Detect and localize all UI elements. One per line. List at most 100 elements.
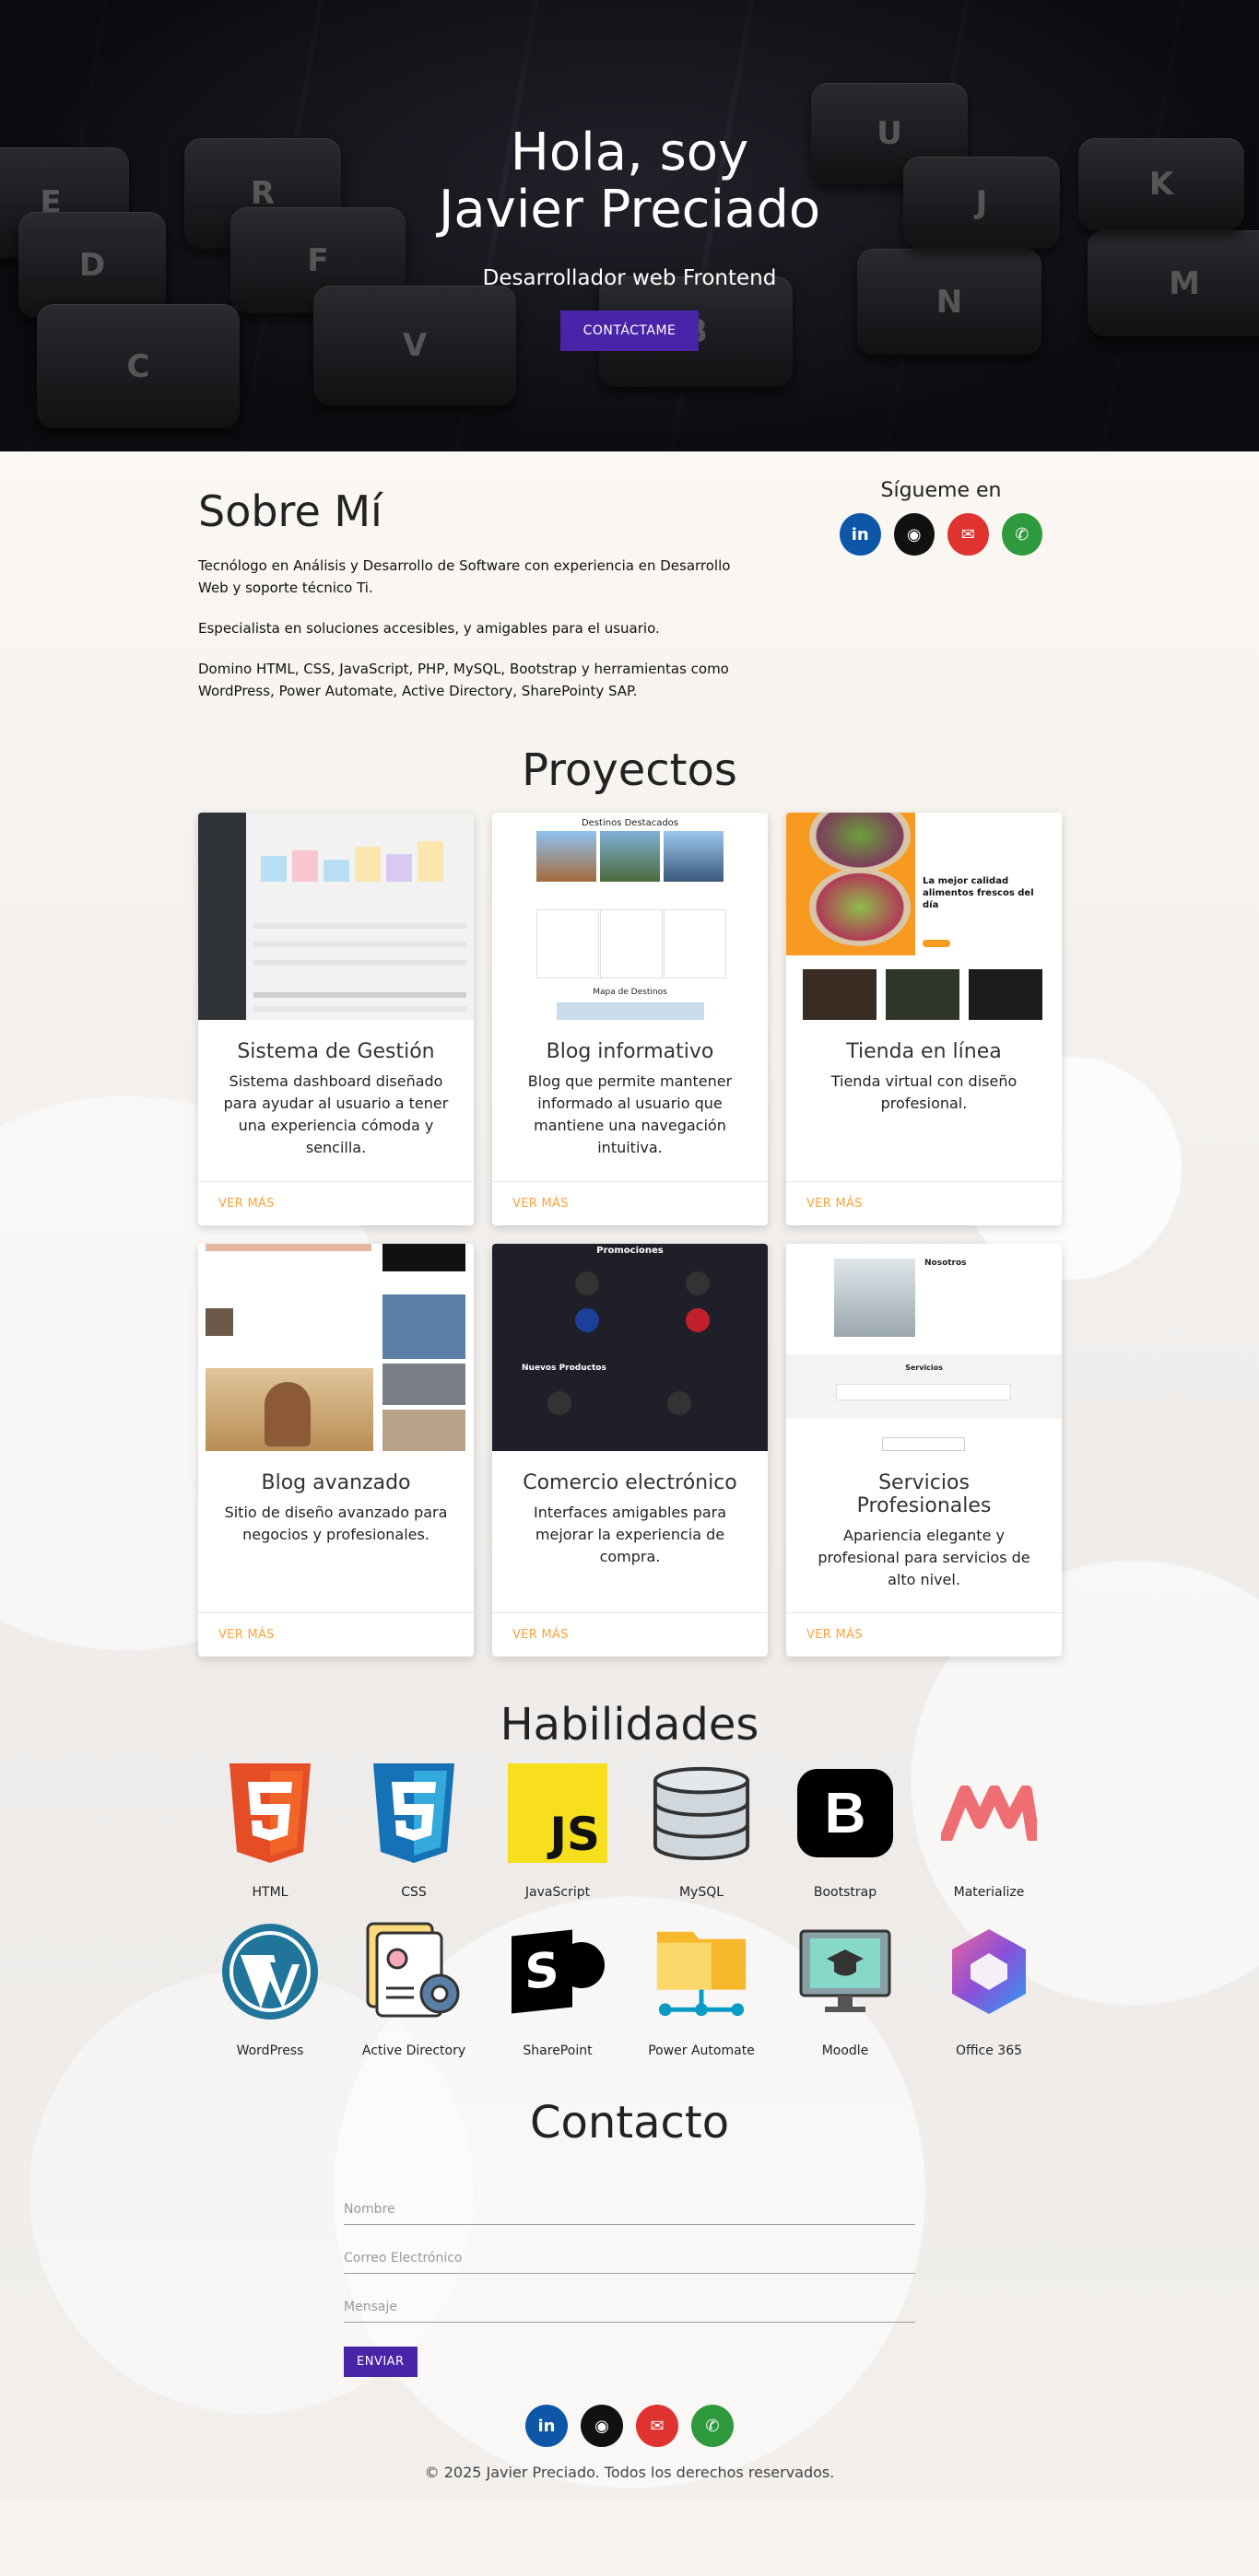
- project-card: Sistema de Gestión Sistema dashboard dis…: [198, 813, 474, 1225]
- office365-icon: [939, 1922, 1039, 2021]
- project-thumbnail: [198, 813, 474, 1020]
- email-field[interactable]: [344, 2242, 915, 2274]
- project-description: Apariencia elegante y profesional para s…: [818, 1527, 1030, 1588]
- sharepoint-badge-text: S: [524, 1942, 559, 2001]
- power-automate-icon: [652, 1922, 751, 2021]
- project-description: Sitio de diseño avanzado para negocios y…: [224, 1504, 448, 1543]
- bootstrap-icon: B: [795, 1763, 895, 1863]
- database-icon: [652, 1763, 751, 1863]
- skill-label: HTML: [252, 1885, 288, 1900]
- see-more-link[interactable]: VER MÁS: [512, 1628, 569, 1642]
- project-description: Blog que permite mantener informado al u…: [527, 1072, 733, 1156]
- materialize-icon: [939, 1763, 1039, 1863]
- project-thumbnail: [198, 1244, 474, 1451]
- project-title: Comercio electrónico: [523, 1471, 737, 1494]
- thumb-heading: Nosotros: [924, 1259, 967, 1268]
- skill-sharepoint: S SharePoint: [486, 1922, 630, 2058]
- project-card: Destinos Destacados Mapa de Destinos Blo…: [492, 813, 768, 1225]
- mail-icon[interactable]: ✉: [636, 2405, 678, 2447]
- skill-label: MySQL: [678, 1885, 724, 1900]
- hero-title: Hola, soy Javier Preciado: [0, 124, 1259, 239]
- project-title: Sistema de Gestión: [237, 1040, 435, 1063]
- contact-section: Contacto ENVIAR: [198, 2097, 1061, 2377]
- project-title: Blog avanzado: [261, 1471, 411, 1494]
- skill-label: Office 365: [955, 2043, 1023, 2058]
- send-button[interactable]: ENVIAR: [344, 2347, 418, 2377]
- projects-title: Proyectos: [522, 744, 737, 796]
- project-thumbnail: Promociones Nuevos Productos: [492, 1244, 768, 1451]
- see-more-link[interactable]: VER MÁS: [218, 1628, 275, 1642]
- skill-office365: Office 365: [917, 1922, 1061, 2058]
- footer: in ◉ ✉ ✆ © 2025 Javier Preciado. Todos l…: [198, 2405, 1061, 2481]
- project-title: Blog informativo: [546, 1040, 714, 1063]
- mail-icon[interactable]: ✉: [947, 513, 989, 556]
- about-title: Sobre Mí: [198, 486, 382, 536]
- skill-html: HTML: [198, 1763, 342, 1900]
- message-field[interactable]: [344, 2290, 915, 2323]
- about-paragraph: Especialista en soluciones accesibles, y…: [198, 620, 660, 637]
- skill-css: CSS: [342, 1763, 486, 1900]
- skill-materialize: Materialize: [917, 1763, 1061, 1900]
- skill-mysql: MySQL: [630, 1763, 773, 1900]
- hero-subtitle: Desarrollador web Frontend: [482, 266, 777, 290]
- css3-icon: [364, 1763, 464, 1863]
- whatsapp-icon[interactable]: ✆: [691, 2405, 734, 2447]
- linkedin-icon[interactable]: in: [840, 513, 881, 556]
- project-thumbnail: Nosotros Servicios: [786, 1244, 1062, 1451]
- project-description: Tienda virtual con diseño profesional.: [830, 1072, 1018, 1112]
- see-more-link[interactable]: VER MÁS: [806, 1197, 863, 1211]
- project-card: La mejor calidad alimentos frescos del d…: [786, 813, 1062, 1225]
- see-more-link[interactable]: VER MÁS: [218, 1197, 275, 1211]
- thumb-subheading: Servicios: [905, 1364, 943, 1372]
- skill-label: CSS: [401, 1885, 427, 1900]
- contact-title: Contacto: [529, 2097, 730, 2149]
- skills-title: Habilidades: [500, 1699, 759, 1751]
- thumb-heading: Promociones: [596, 1246, 664, 1256]
- github-icon[interactable]: ◉: [893, 513, 935, 556]
- hero-section: E R D F C V B N M U J K Hola, soy Javier…: [0, 0, 1259, 451]
- hero-title-line2: Javier Preciado: [438, 180, 821, 240]
- js-badge-text: JS: [549, 1808, 600, 1861]
- skill-wordpress: WordPress: [198, 1922, 342, 2058]
- skill-label: WordPress: [236, 2043, 304, 2058]
- project-title: Tienda en línea: [846, 1040, 1002, 1063]
- contact-form: ENVIAR: [344, 2176, 915, 2377]
- project-card: Blog avanzado Sitio de diseño avanzado p…: [198, 1244, 474, 1657]
- skill-label: Bootstrap: [813, 1885, 877, 1900]
- whatsapp-icon[interactable]: ✆: [1001, 513, 1042, 556]
- follow-section: Sígueme en in ◉ ✉ ✆: [840, 479, 1042, 702]
- skill-bootstrap: B Bootstrap: [773, 1763, 917, 1900]
- skill-label: Power Automate: [648, 2043, 755, 2058]
- thumb-heading: Destinos Destacados: [581, 818, 679, 828]
- about-section: Sobre Mí Tecnólogo en Análisis y Desarro…: [198, 451, 1061, 702]
- linkedin-icon[interactable]: in: [525, 2405, 568, 2447]
- wordpress-icon: [220, 1922, 320, 2021]
- project-card: Nosotros Servicios Servicios Profesional…: [786, 1244, 1062, 1657]
- bootstrap-badge-text: B: [824, 1781, 866, 1845]
- html5-icon: [220, 1763, 320, 1863]
- about-paragraph: Tecnólogo en Análisis y Desarrollo de So…: [198, 557, 731, 596]
- skill-label: JavaScript: [524, 1885, 591, 1900]
- skill-label: SharePoint: [523, 2043, 593, 2058]
- name-field[interactable]: [344, 2193, 915, 2225]
- skill-label: Materialize: [953, 1885, 1025, 1900]
- hero-content: Hola, soy Javier Preciado Desarrollador …: [0, 0, 1259, 351]
- github-icon[interactable]: ◉: [581, 2405, 623, 2447]
- skill-active-directory: Active Directory: [342, 1922, 486, 2058]
- thumb-heading: La mejor calidad alimentos frescos del d…: [923, 876, 1034, 910]
- see-more-link[interactable]: VER MÁS: [806, 1628, 863, 1642]
- project-description: Interfaces amigables para mejorar la exp…: [533, 1504, 727, 1565]
- project-thumbnail: La mejor calidad alimentos frescos del d…: [786, 813, 1062, 1020]
- project-card: Promociones Nuevos Productos Comercio el…: [492, 1244, 768, 1657]
- skill-label: Active Directory: [361, 2043, 466, 2058]
- see-more-link[interactable]: VER MÁS: [512, 1197, 569, 1211]
- main-content: Sobre Mí Tecnólogo en Análisis y Desarro…: [0, 451, 1259, 2500]
- project-description: Sistema dashboard diseñado para ayudar a…: [223, 1072, 449, 1156]
- skill-label: Moodle: [821, 2043, 869, 2058]
- project-title: Servicios Profesionales: [856, 1471, 992, 1517]
- skill-moodle: Moodle: [773, 1922, 917, 2058]
- project-thumbnail: Destinos Destacados Mapa de Destinos: [492, 813, 768, 1020]
- thumb-map-label: Mapa de Destinos: [593, 988, 667, 997]
- contact-me-button[interactable]: CONTÁCTAME: [559, 310, 700, 351]
- hero-title-line1: Hola, soy: [510, 123, 749, 182]
